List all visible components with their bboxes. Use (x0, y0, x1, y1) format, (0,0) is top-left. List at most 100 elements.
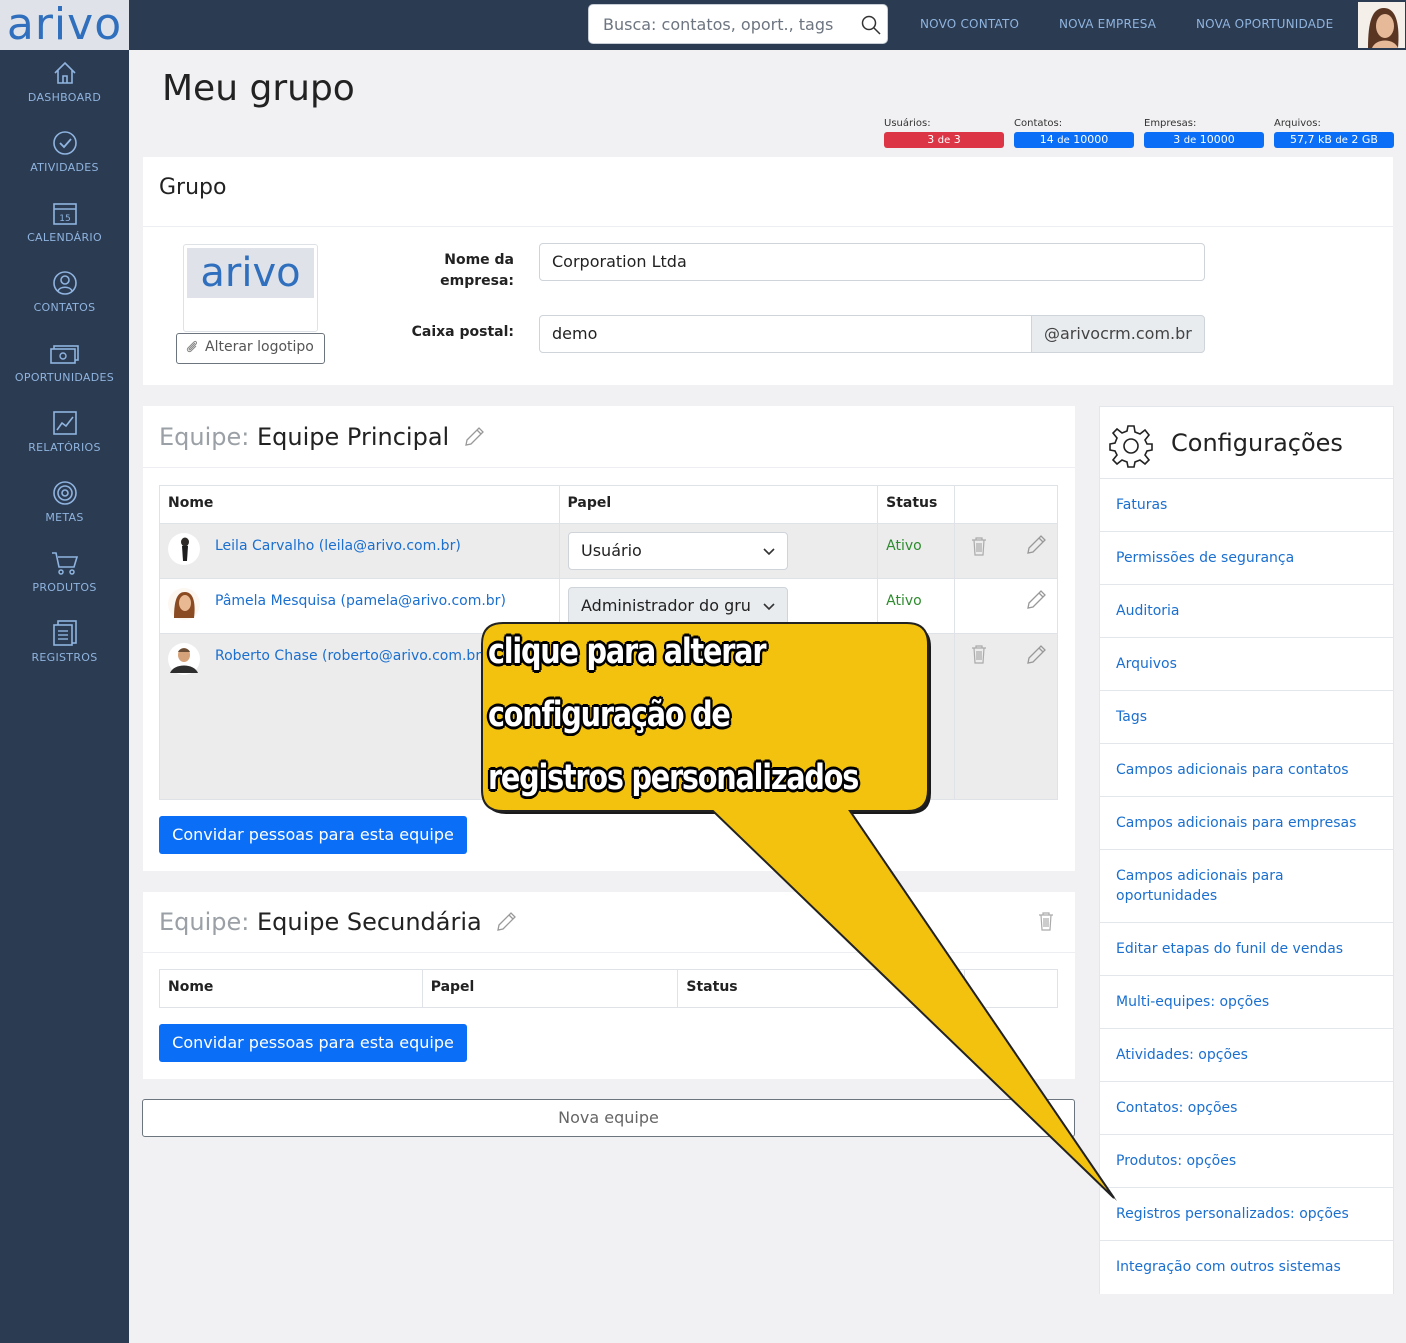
member-avatar (168, 588, 200, 620)
settings-item-faturas[interactable]: Faturas (1100, 478, 1393, 532)
calendar-icon: 15 (52, 203, 77, 225)
quota-bar: 3 de 3 (884, 132, 1004, 148)
column-header: Papel (558, 485, 879, 524)
settings-item-campos-contatos[interactable]: Campos adicionais para contatos (1100, 743, 1393, 797)
company-name-field[interactable]: Corporation Ltda (539, 243, 1205, 281)
settings-item-funil[interactable]: Editar etapas do funil de vendas (1100, 922, 1393, 976)
column-header: Papel (421, 969, 679, 1008)
nav-registros[interactable]: REGISTROS (0, 620, 129, 690)
settings-item-tags[interactable]: Tags (1100, 690, 1393, 744)
pencil-icon[interactable] (495, 911, 517, 933)
new-team-button[interactable]: Nova equipe (142, 1099, 1075, 1137)
quota-label: Empresas: (1144, 118, 1197, 129)
quota-bar: 14 de 10000 (1014, 132, 1134, 148)
trash-icon[interactable] (971, 644, 987, 664)
role-select[interactable]: Administrador do gru (568, 587, 788, 625)
settings-item-atividades[interactable]: Atividades: opções (1100, 1028, 1393, 1082)
settings-item-campos-oportunidades[interactable]: Campos adicionais para oportunidades (1100, 849, 1393, 923)
trash-icon[interactable] (971, 536, 987, 556)
nav-calendario[interactable]: 15 CALENDÁRIO (0, 200, 129, 270)
quota-contacts: Contatos: 14 de 10000 (1014, 118, 1134, 148)
nav-atividades[interactable]: ATIVIDADES (0, 130, 129, 200)
settings-item-multi-equipes[interactable]: Multi-equipes: opções (1100, 975, 1393, 1029)
nav-produtos[interactable]: PRODUTOS (0, 550, 129, 620)
quota-bar: 3 de 10000 (1144, 132, 1264, 148)
app-logo[interactable]: arivo (0, 0, 129, 50)
new-opportunity-link[interactable]: NOVA OPORTUNIDADE (1196, 17, 1333, 31)
settings-item-permissoes[interactable]: Permissões de segurança (1100, 531, 1393, 585)
invite-team-principal-button[interactable]: Convidar pessoas para esta equipe (159, 816, 467, 854)
chevron-down-icon (763, 603, 775, 611)
pencil-icon[interactable] (1025, 589, 1047, 611)
member-avatar (168, 643, 200, 675)
nav-label: CONTATOS (33, 301, 96, 314)
team-title: Equipe: Equipe Principal (159, 423, 485, 451)
member-link[interactable]: Leila Carvalho (leila@arivo.com.br) (215, 538, 461, 554)
quota-users: Usuários: 3 de 3 (884, 118, 1004, 148)
settings-item-integracao[interactable]: Integração com outros sistemas (1100, 1240, 1393, 1294)
company-logo: arivo (183, 244, 318, 332)
new-contact-link[interactable]: NOVO CONTATO (920, 17, 1019, 31)
invite-team-secundaria-button[interactable]: Convidar pessoas para esta equipe (159, 1024, 467, 1062)
member-link[interactable]: Pâmela Mesquisa (pamela@arivo.com.br) (215, 593, 506, 609)
column-header-actions (964, 969, 1058, 1008)
column-header: Status (877, 485, 956, 524)
callout-line: registros personalizados (488, 758, 859, 798)
nav-label: CALENDÁRIO (27, 231, 102, 244)
mailbox-field[interactable]: demo (539, 315, 1032, 353)
new-company-link[interactable]: NOVA EMPRESA (1059, 17, 1156, 31)
nav-contatos[interactable]: CONTATOS (0, 270, 129, 340)
user-avatar[interactable] (1358, 2, 1405, 48)
settings-item-arquivos[interactable]: Arquivos (1100, 637, 1393, 691)
mailbox-label: Caixa postal: (411, 324, 514, 340)
search-input[interactable] (603, 5, 853, 43)
change-logo-label: Alterar logotipo (205, 339, 314, 355)
trash-icon[interactable] (1038, 911, 1054, 931)
settings-item-contatos[interactable]: Contatos: opções (1100, 1081, 1393, 1135)
quota-companies: Empresas: 3 de 10000 (1144, 118, 1264, 148)
column-header-actions (954, 485, 1058, 524)
home-icon (53, 61, 76, 84)
nav-label: ATIVIDADES (30, 161, 99, 174)
search-icon[interactable] (861, 15, 881, 35)
role-select[interactable]: Usuário (568, 532, 788, 570)
pencil-icon[interactable] (463, 426, 485, 448)
logo-text: arivo (6, 0, 123, 50)
quota-label: Contatos: (1014, 118, 1063, 129)
sidebar: arivo DASHBOARD ATIVIDADES 15 CALENDÁRIO… (0, 0, 129, 1343)
nav-label: REGISTROS (31, 651, 98, 664)
table-header: Nome Papel Status (159, 969, 1058, 1008)
nav-relatorios[interactable]: RELATÓRIOS (0, 410, 129, 480)
status-text: Ativo (886, 538, 922, 554)
settings-title: Configurações (1171, 429, 1343, 457)
chart-icon (52, 411, 77, 435)
nav-label: PRODUTOS (32, 581, 97, 594)
member-link[interactable]: Roberto Chase (roberto@arivo.com.br (215, 648, 481, 664)
settings-item-registros-personalizados[interactable]: Registros personalizados: opções (1100, 1187, 1393, 1241)
nav-label: DASHBOARD (27, 91, 102, 104)
pencil-icon[interactable] (1025, 534, 1047, 556)
records-icon (52, 620, 77, 646)
person-icon (52, 271, 77, 295)
nav-metas[interactable]: METAS (0, 480, 129, 550)
settings-item-campos-empresas[interactable]: Campos adicionais para empresas (1100, 796, 1393, 850)
top-bar: NOVO CONTATO NOVA EMPRESA NOVA OPORTUNID… (129, 0, 1406, 50)
nav-dashboard[interactable]: DASHBOARD (0, 60, 129, 130)
pencil-icon[interactable] (1025, 644, 1047, 666)
settings-item-produtos[interactable]: Produtos: opções (1100, 1134, 1393, 1188)
settings-item-auditoria[interactable]: Auditoria (1100, 584, 1393, 638)
money-icon (49, 345, 79, 364)
column-header: Status (677, 969, 966, 1008)
table-header: Nome Papel Status (159, 485, 1058, 524)
target-icon (52, 481, 77, 505)
nav-oportunidades[interactable]: OPORTUNIDADES (0, 340, 129, 410)
svg-text:15: 15 (59, 214, 70, 224)
nav-label: RELATÓRIOS (28, 441, 101, 454)
change-logo-button[interactable]: Alterar logotipo (176, 333, 325, 364)
nav-label: METAS (45, 511, 84, 524)
paperclip-icon (186, 340, 198, 353)
callout-line: configuração de (488, 695, 731, 735)
cart-icon (51, 552, 78, 575)
team-title: Equipe: Equipe Secundária (159, 908, 517, 936)
chevron-down-icon (763, 548, 775, 556)
